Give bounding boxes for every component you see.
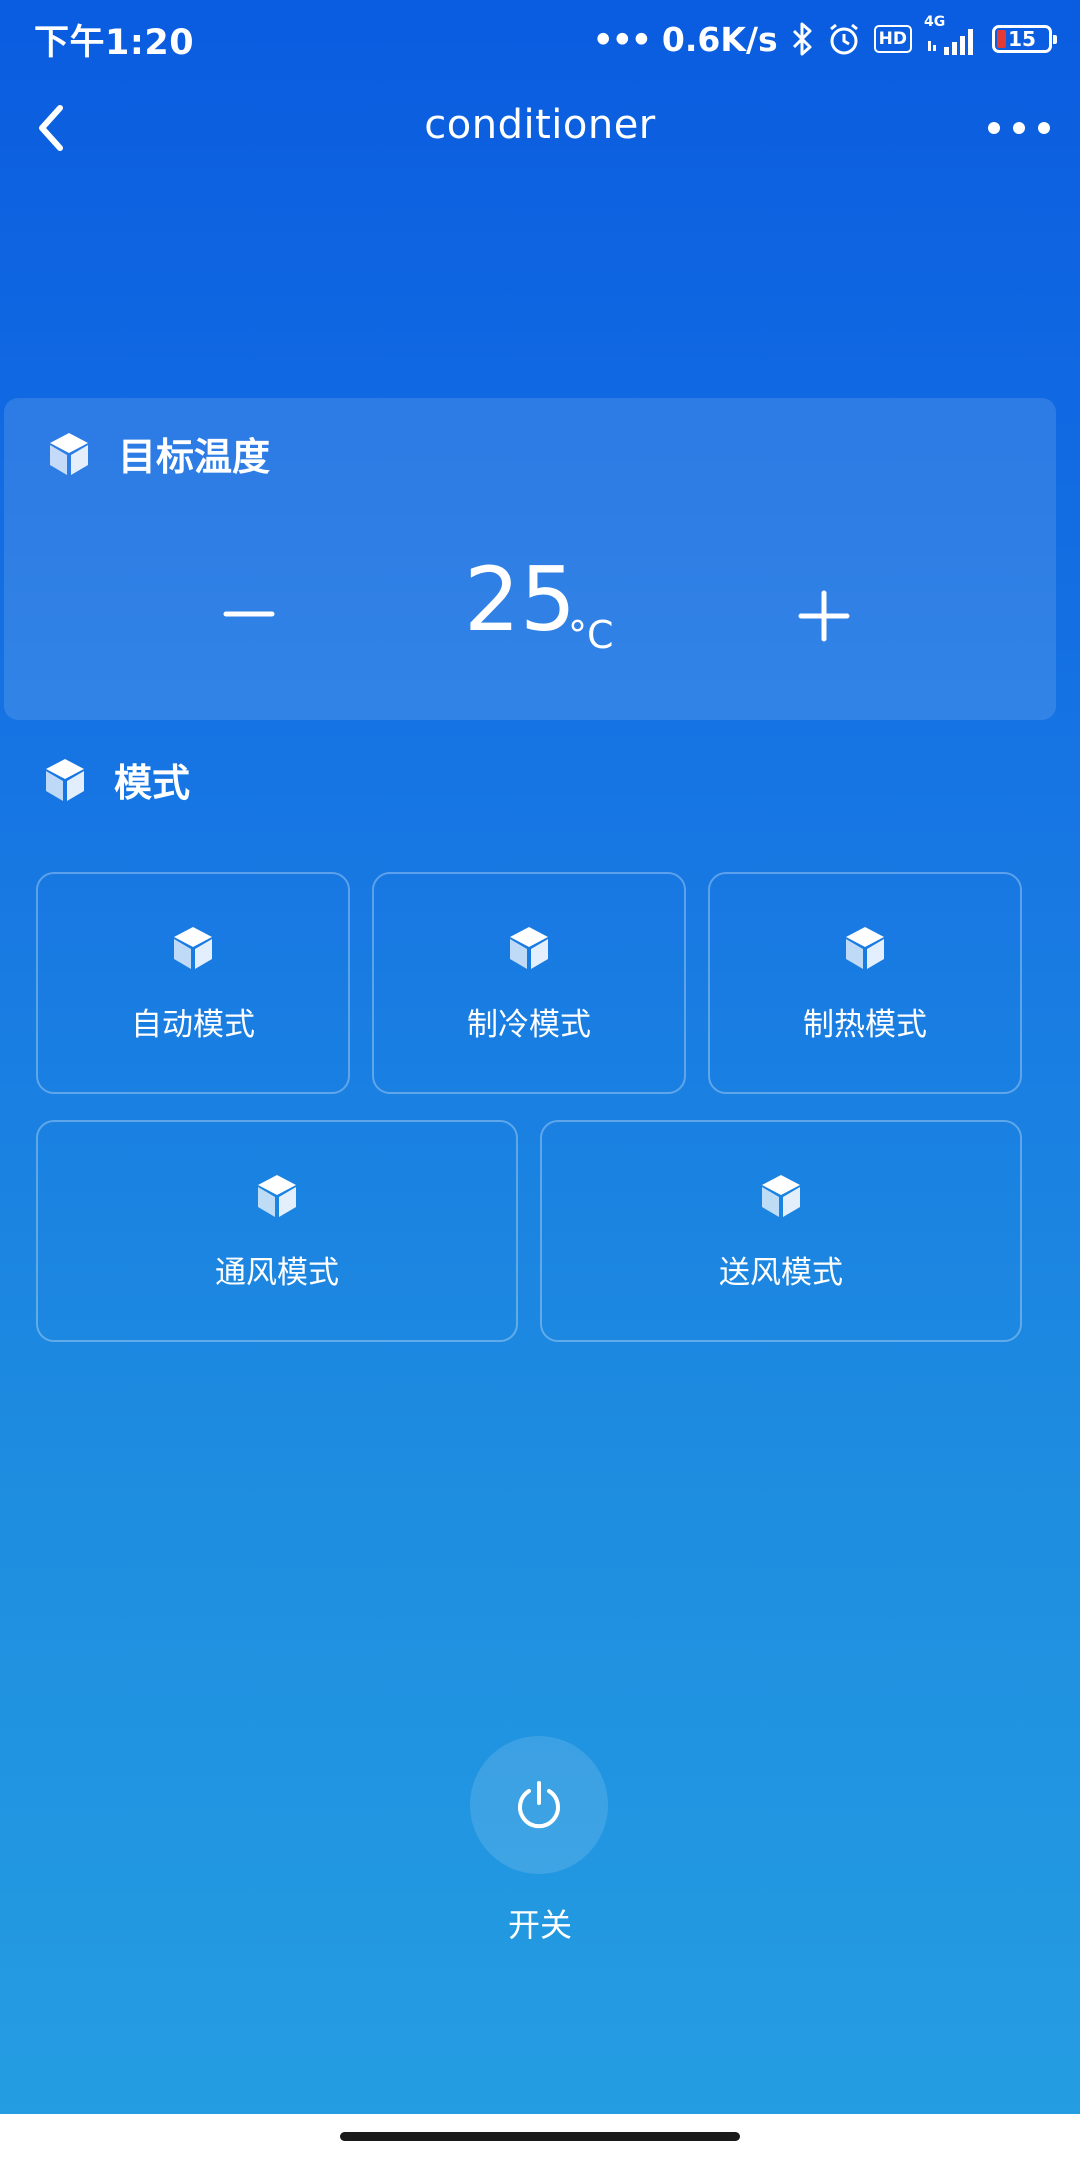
mode-section-header: 模式	[40, 752, 190, 807]
temperature-value: 25	[464, 548, 576, 651]
signal-icon: 4G	[924, 15, 980, 59]
cube-icon	[840, 923, 890, 973]
mode-auto-button[interactable]: 自动模式	[36, 872, 350, 1094]
more-horizontal-icon	[988, 122, 1050, 134]
net-speed: 0.6K/s	[661, 19, 778, 59]
temperature-unit: °C	[568, 613, 614, 657]
app-screen: 下午1:20 ••• 0.6K/s HD 4G 15 conditioner 目…	[0, 0, 1080, 2160]
mode-section-title: 模式	[114, 761, 191, 805]
mode-label: 通风模式	[215, 1254, 339, 1291]
status-time: 下午1:20	[34, 23, 195, 63]
decrease-temperature-button[interactable]	[204, 588, 294, 638]
minus-icon	[223, 611, 275, 617]
page-title: conditioner	[424, 102, 656, 148]
power-icon	[518, 1781, 560, 1829]
power-button[interactable]	[470, 1736, 608, 1874]
status-indicators: ••• 0.6K/s HD 4G 15	[592, 14, 1057, 64]
battery-fill	[997, 30, 1006, 48]
mode-ventilation-button[interactable]: 通风模式	[36, 1120, 518, 1342]
net-dots: •••	[592, 19, 652, 59]
gesture-bar	[0, 2114, 1080, 2160]
cube-icon	[504, 923, 554, 973]
mode-label: 制热模式	[803, 1006, 927, 1043]
hd-icon: HD	[873, 25, 912, 53]
mode-label: 自动模式	[131, 1006, 255, 1043]
plus-icon	[798, 590, 850, 642]
power-label: 开关	[507, 1906, 572, 1944]
cube-icon	[44, 429, 94, 479]
mode-fan-button[interactable]: 送风模式	[540, 1120, 1022, 1342]
nav-bar: conditioner	[0, 88, 1080, 168]
increase-temperature-button[interactable]	[774, 568, 874, 658]
mode-label: 送风模式	[719, 1254, 843, 1291]
cube-icon	[168, 923, 218, 973]
network-type-label: 4G	[924, 14, 946, 30]
more-button[interactable]	[984, 108, 1054, 148]
mode-cool-button[interactable]: 制冷模式	[372, 872, 686, 1094]
cube-icon	[252, 1171, 302, 1221]
cube-icon	[756, 1171, 806, 1221]
bluetooth-icon	[790, 21, 814, 57]
battery-level: 15	[1008, 27, 1036, 51]
alarm-icon	[826, 21, 862, 57]
battery-icon: 15	[992, 25, 1057, 53]
home-indicator[interactable]	[340, 2132, 740, 2141]
cube-icon	[40, 755, 90, 805]
status-bar: 下午1:20 ••• 0.6K/s HD 4G 15	[0, 0, 1080, 80]
mode-heat-button[interactable]: 制热模式	[708, 872, 1022, 1094]
mode-label: 制冷模式	[467, 1006, 591, 1043]
temperature-section-title: 目标温度	[118, 435, 271, 479]
temperature-section-header: 目标温度	[44, 426, 270, 481]
target-temperature-card: 目标温度 25 °C	[4, 398, 1056, 720]
